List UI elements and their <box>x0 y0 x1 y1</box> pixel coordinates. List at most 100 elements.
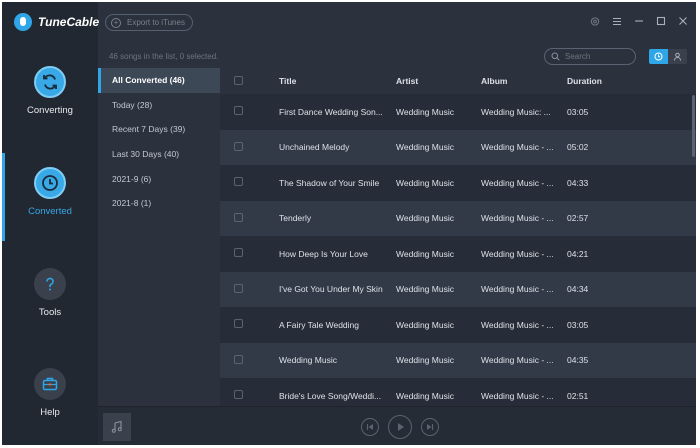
filter-2021-9[interactable]: 2021-9 (6) <box>98 166 220 191</box>
close-icon[interactable] <box>678 16 688 26</box>
question-icon <box>34 268 66 300</box>
song-table: Title Artist Album Duration First Dance … <box>220 68 696 406</box>
app-logo: TuneCable <box>14 11 99 33</box>
maximize-icon[interactable] <box>656 16 666 26</box>
row-checkbox[interactable] <box>234 248 243 258</box>
plus-icon: + <box>111 17 121 28</box>
refresh-icon <box>34 66 66 98</box>
row-artist: Wedding Music <box>396 213 454 224</box>
table-row[interactable]: How Deep Is Your Love Wedding Music Wedd… <box>220 236 696 272</box>
app-window: TuneCable Converting Converted Tools Hel <box>2 2 696 445</box>
row-album: Wedding Music - ... <box>481 177 554 188</box>
left-nav: TuneCable Converting Converted Tools Hel <box>2 2 99 445</box>
filter-today[interactable]: Today (28) <box>98 93 220 118</box>
row-title: How Deep Is Your Love <box>279 248 368 259</box>
column-artist[interactable]: Artist <box>396 76 481 86</box>
row-title: The Shadow of Your Smile <box>279 177 380 188</box>
app-name: TuneCable <box>38 15 100 29</box>
filter-recent-7-days[interactable]: Recent 7 Days (39) <box>98 117 220 142</box>
row-album: Wedding Music - ... <box>481 142 554 153</box>
window-controls <box>590 16 688 26</box>
nav-item-tools[interactable]: Tools <box>2 268 98 328</box>
row-checkbox[interactable] <box>234 283 243 293</box>
menu-icon[interactable] <box>612 16 622 26</box>
row-duration: 03:05 <box>567 106 589 117</box>
nav-label-help: Help <box>40 407 60 418</box>
next-track-button[interactable] <box>421 418 439 436</box>
row-title: Tenderly <box>279 213 312 224</box>
nav-label-converted: Converted <box>28 206 72 217</box>
table-row[interactable]: I've Got You Under My Skin Wedding Music… <box>220 271 696 307</box>
table-row[interactable]: The Shadow of Your Smile Wedding Music W… <box>220 165 696 201</box>
search-box[interactable] <box>544 48 636 65</box>
nav-label-tools: Tools <box>38 307 62 318</box>
row-artist: Wedding Music <box>396 106 454 117</box>
player-bar <box>98 406 696 445</box>
row-artist: Wedding Music <box>396 248 454 259</box>
table-row[interactable]: Wedding Music Wedding Music Wedding Musi… <box>220 342 696 378</box>
row-title: First Dance Wedding Son... <box>279 106 383 117</box>
column-album[interactable]: Album <box>481 76 567 86</box>
table-row[interactable]: Tenderly Wedding Music Wedding Music - .… <box>220 200 696 236</box>
history-view-button[interactable] <box>649 49 668 64</box>
row-album: Wedding Music: ... <box>481 106 551 117</box>
table-row[interactable]: Bride's Love Song/Weddi... Wedding Music… <box>220 378 696 406</box>
row-checkbox[interactable] <box>234 106 243 116</box>
table-row[interactable]: First Dance Wedding Son... Wedding Music… <box>220 94 696 130</box>
row-album: Wedding Music - ... <box>481 248 554 259</box>
row-album: Wedding Music - ... <box>481 319 554 330</box>
filter-all-converted[interactable]: All Converted (46) <box>98 68 220 93</box>
user-view-button[interactable] <box>668 49 687 64</box>
tunecable-logo-icon <box>14 13 32 31</box>
table-row[interactable]: A Fairy Tale Wedding Wedding Music Weddi… <box>220 307 696 343</box>
row-duration: 04:21 <box>567 248 589 259</box>
clock-icon <box>654 52 663 61</box>
row-artist: Wedding Music <box>396 284 454 295</box>
row-title: Bride's Love Song/Weddi... <box>279 390 382 401</box>
export-label: Export to iTunes <box>127 18 185 27</box>
nav-item-help[interactable]: Help <box>2 368 98 428</box>
table-row[interactable]: Unchained Melody Wedding Music Wedding M… <box>220 129 696 165</box>
nav-item-converted[interactable]: Converted <box>2 153 98 241</box>
row-album: Wedding Music - ... <box>481 284 554 295</box>
row-checkbox[interactable] <box>234 212 243 222</box>
column-duration[interactable]: Duration <box>567 76 627 86</box>
nav-item-converting[interactable]: Converting <box>2 66 98 126</box>
row-artist: Wedding Music <box>396 355 454 366</box>
row-title: I've Got You Under My Skin <box>279 284 383 295</box>
select-all-checkbox[interactable] <box>234 75 243 85</box>
row-artist: Wedding Music <box>396 142 454 153</box>
play-button[interactable] <box>388 415 412 439</box>
filter-list: All Converted (46) Today (28) Recent 7 D… <box>98 68 220 406</box>
row-album: Wedding Music - ... <box>481 355 554 366</box>
row-album: Wedding Music - ... <box>481 213 554 224</box>
search-icon <box>551 48 560 66</box>
search-input[interactable] <box>565 52 629 61</box>
table-scrollbar[interactable] <box>692 95 695 157</box>
row-checkbox[interactable] <box>234 319 243 329</box>
row-title: A Fairy Tale Wedding <box>279 319 360 330</box>
previous-track-button[interactable] <box>361 418 379 436</box>
filter-last-30-days[interactable]: Last 30 Days (40) <box>98 142 220 167</box>
row-duration: 02:57 <box>567 213 589 224</box>
row-checkbox[interactable] <box>234 177 243 187</box>
row-duration: 05:02 <box>567 142 589 153</box>
filter-2021-8[interactable]: 2021-8 (1) <box>98 191 220 216</box>
clock-icon <box>34 167 66 199</box>
row-artist: Wedding Music <box>396 390 454 401</box>
toolbox-icon <box>34 368 66 400</box>
settings-icon[interactable] <box>590 16 600 26</box>
music-note-icon <box>103 413 131 441</box>
row-duration: 04:35 <box>567 355 589 366</box>
minimize-icon[interactable] <box>634 16 644 26</box>
export-to-itunes-button[interactable]: + Export to iTunes <box>105 14 193 31</box>
view-toggle <box>649 49 687 64</box>
nav-label-converting: Converting <box>27 105 73 116</box>
row-checkbox[interactable] <box>234 354 243 364</box>
skip-back-icon <box>366 424 373 430</box>
row-duration: 03:05 <box>567 319 589 330</box>
row-album: Wedding Music - ... <box>481 390 554 401</box>
row-checkbox[interactable] <box>234 390 243 400</box>
row-checkbox[interactable] <box>234 141 243 151</box>
column-title[interactable]: Title <box>279 76 396 86</box>
